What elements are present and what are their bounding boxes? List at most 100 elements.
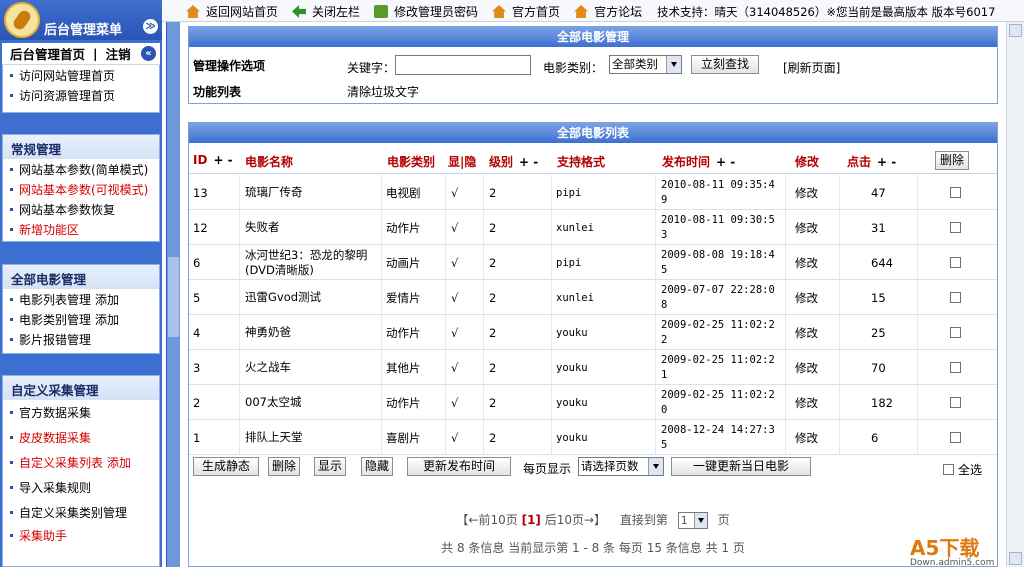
sidebar-item-basic-simple[interactable]: 网站基本参数(简单模式) bbox=[3, 159, 159, 179]
sidebar-item-label[interactable]: 电影类别管理 bbox=[19, 311, 91, 328]
sidebar-item-label[interactable]: 访问网站管理首页 bbox=[19, 67, 115, 84]
sort-toggle[interactable]: + - bbox=[519, 155, 538, 169]
sidebar-item-resource-admin[interactable]: 访问资源管理首页 bbox=[3, 85, 159, 105]
nav-close-left-label[interactable]: 关闭左栏 bbox=[312, 3, 360, 20]
cell-edit[interactable]: 修改 bbox=[795, 420, 818, 455]
sidebar-item-custom-collect-list[interactable]: 自定义采集列表 添加 bbox=[3, 450, 159, 475]
row-checkbox[interactable] bbox=[950, 432, 961, 443]
select-all-checkbox[interactable] bbox=[943, 464, 954, 475]
sidebar-section-title[interactable]: 全部电影管理 bbox=[3, 265, 159, 289]
cell-edit[interactable]: 修改 bbox=[795, 385, 818, 420]
logout-link[interactable]: 注销 bbox=[106, 44, 131, 63]
sidebar-item-label[interactable]: 访问资源管理首页 bbox=[19, 87, 115, 104]
select-all-label[interactable]: 全选 bbox=[958, 461, 982, 478]
sidebar-item-label[interactable]: 影片报错管理 bbox=[19, 331, 91, 348]
col-id[interactable]: ID + - bbox=[193, 153, 233, 167]
cell-edit[interactable]: 修改 bbox=[795, 315, 818, 350]
cell-edit[interactable]: 修改 bbox=[795, 175, 818, 210]
sort-toggle[interactable]: + - bbox=[213, 153, 232, 167]
row-checkbox[interactable] bbox=[950, 257, 961, 268]
sidebar-item-basic-visual[interactable]: 网站基本参数(可视模式) bbox=[3, 179, 159, 199]
row-checkbox[interactable] bbox=[950, 187, 961, 198]
sidebar-item-label[interactable]: 自定义采集列表 bbox=[19, 454, 103, 471]
sidebar-splitter[interactable] bbox=[166, 22, 180, 567]
pager-next[interactable]: 后10页→】 bbox=[545, 513, 606, 527]
cell-edit[interactable]: 修改 bbox=[795, 350, 818, 385]
row-checkbox[interactable] bbox=[950, 292, 961, 303]
scroll-up-icon[interactable] bbox=[1009, 24, 1022, 37]
search-button[interactable]: 立刻查找 bbox=[691, 55, 759, 74]
per-page-select[interactable]: 请选择页数 bbox=[578, 457, 664, 476]
col-level[interactable]: 级别 + - bbox=[489, 153, 538, 170]
sidebar-item-label[interactable]: 导入采集规则 bbox=[19, 479, 91, 496]
select-all[interactable]: 全选 bbox=[943, 461, 982, 478]
page-scrollbar[interactable] bbox=[1006, 22, 1024, 567]
sidebar-item-movie-list[interactable]: 电影列表管理 添加 bbox=[3, 289, 159, 309]
delete-button[interactable]: 删除 bbox=[268, 457, 300, 476]
sidebar-item-label[interactable]: 网站基本参数(简单模式) bbox=[19, 161, 148, 178]
nav-official-home[interactable]: 官方首页 bbox=[492, 3, 560, 20]
sort-toggle[interactable]: + - bbox=[877, 155, 896, 169]
col-hits[interactable]: 点击 + - bbox=[847, 153, 896, 170]
show-button[interactable]: 显示 bbox=[314, 457, 346, 476]
app-logo bbox=[4, 2, 40, 38]
page-select[interactable]: 1 bbox=[677, 512, 708, 529]
nav-official-home-label[interactable]: 官方首页 bbox=[512, 3, 560, 20]
cell-edit[interactable]: 修改 bbox=[795, 245, 818, 280]
header-delete-button[interactable]: 删除 bbox=[935, 151, 969, 170]
sidebar-item-import-rules[interactable]: 导入采集规则 bbox=[3, 475, 159, 500]
nav-home-label[interactable]: 返回网站首页 bbox=[206, 3, 278, 20]
sidebar-section-title[interactable]: 自定义采集管理 bbox=[3, 376, 159, 400]
update-time-button[interactable]: 更新发布时间 bbox=[407, 457, 511, 476]
cell-edit[interactable]: 修改 bbox=[795, 280, 818, 315]
sidebar-item-label[interactable]: 自定义采集类别管理 bbox=[19, 504, 127, 521]
nav-change-password[interactable]: 修改管理员密码 bbox=[374, 3, 478, 20]
refresh-link[interactable]: [刷新页面] bbox=[783, 59, 840, 76]
row-checkbox[interactable] bbox=[950, 222, 961, 233]
sort-toggle[interactable]: + - bbox=[716, 155, 735, 169]
nav-official-forum[interactable]: 官方论坛 bbox=[574, 3, 642, 20]
add-link[interactable]: 添加 bbox=[95, 291, 119, 308]
keyword-input[interactable] bbox=[395, 55, 531, 75]
sidebar-item-label[interactable]: 官方数据采集 bbox=[19, 404, 91, 421]
scroll-down-icon[interactable] bbox=[1009, 552, 1022, 565]
sidebar-item-label[interactable]: 网站基本参数恢复 bbox=[19, 201, 115, 218]
generate-static-button[interactable]: 生成静态 bbox=[193, 457, 259, 476]
collapse-icon[interactable]: « bbox=[141, 46, 156, 61]
add-link[interactable]: 添加 bbox=[95, 311, 119, 328]
sidebar-home-link[interactable]: 后台管理首页 bbox=[10, 44, 85, 63]
sidebar-item-label[interactable]: 电影列表管理 bbox=[19, 291, 91, 308]
update-today-button[interactable]: 一键更新当日电影 bbox=[671, 457, 811, 476]
sidebar-item-movie-errors[interactable]: 影片报错管理 bbox=[3, 329, 159, 349]
sidebar-item-new-features[interactable]: 新增功能区 bbox=[3, 219, 159, 239]
splitter-handle[interactable] bbox=[168, 257, 179, 337]
row-checkbox[interactable] bbox=[950, 327, 961, 338]
pager-prev[interactable]: 【←前10页 bbox=[456, 513, 517, 527]
sidebar-item-site-admin[interactable]: 访问网站管理首页 bbox=[3, 65, 159, 85]
col-time[interactable]: 发布时间 + - bbox=[662, 153, 735, 170]
hide-button[interactable]: 隐藏 bbox=[361, 457, 393, 476]
nav-close-left[interactable]: 关闭左栏 bbox=[292, 3, 360, 20]
sidebar-item-label[interactable]: 采集助手 bbox=[19, 527, 67, 544]
nav-change-password-label[interactable]: 修改管理员密码 bbox=[394, 3, 478, 20]
nav-home[interactable]: 返回网站首页 bbox=[186, 3, 278, 20]
sidebar-section-title[interactable]: 常规管理 bbox=[3, 135, 159, 159]
row-checkbox[interactable] bbox=[950, 362, 961, 373]
clear-junk-link[interactable]: 清除垃圾文字 bbox=[347, 83, 419, 100]
category-select[interactable]: 全部类别 bbox=[609, 55, 682, 74]
sidebar-item-official-collect[interactable]: 官方数据采集 bbox=[3, 400, 159, 425]
nav-official-forum-label[interactable]: 官方论坛 bbox=[594, 3, 642, 20]
sidebar-item-label[interactable]: 皮皮数据采集 bbox=[19, 429, 91, 446]
sidebar-item-collect-category[interactable]: 自定义采集类别管理 bbox=[3, 500, 159, 525]
sidebar-item-movie-category[interactable]: 电影类别管理 添加 bbox=[3, 309, 159, 329]
row-checkbox[interactable] bbox=[950, 397, 961, 408]
sidebar-item-basic-restore[interactable]: 网站基本参数恢复 bbox=[3, 199, 159, 219]
menu-toggle-icon[interactable]: ≫ bbox=[143, 19, 158, 34]
column-divider bbox=[839, 210, 840, 245]
sidebar-item-collect-helper[interactable]: 采集助手 bbox=[3, 525, 159, 545]
sidebar-item-label[interactable]: 网站基本参数(可视模式) bbox=[19, 181, 148, 198]
cell-edit[interactable]: 修改 bbox=[795, 210, 818, 245]
sidebar-item-label[interactable]: 新增功能区 bbox=[19, 221, 79, 238]
sidebar-item-pipi-collect[interactable]: 皮皮数据采集 bbox=[3, 425, 159, 450]
add-link[interactable]: 添加 bbox=[107, 454, 131, 471]
